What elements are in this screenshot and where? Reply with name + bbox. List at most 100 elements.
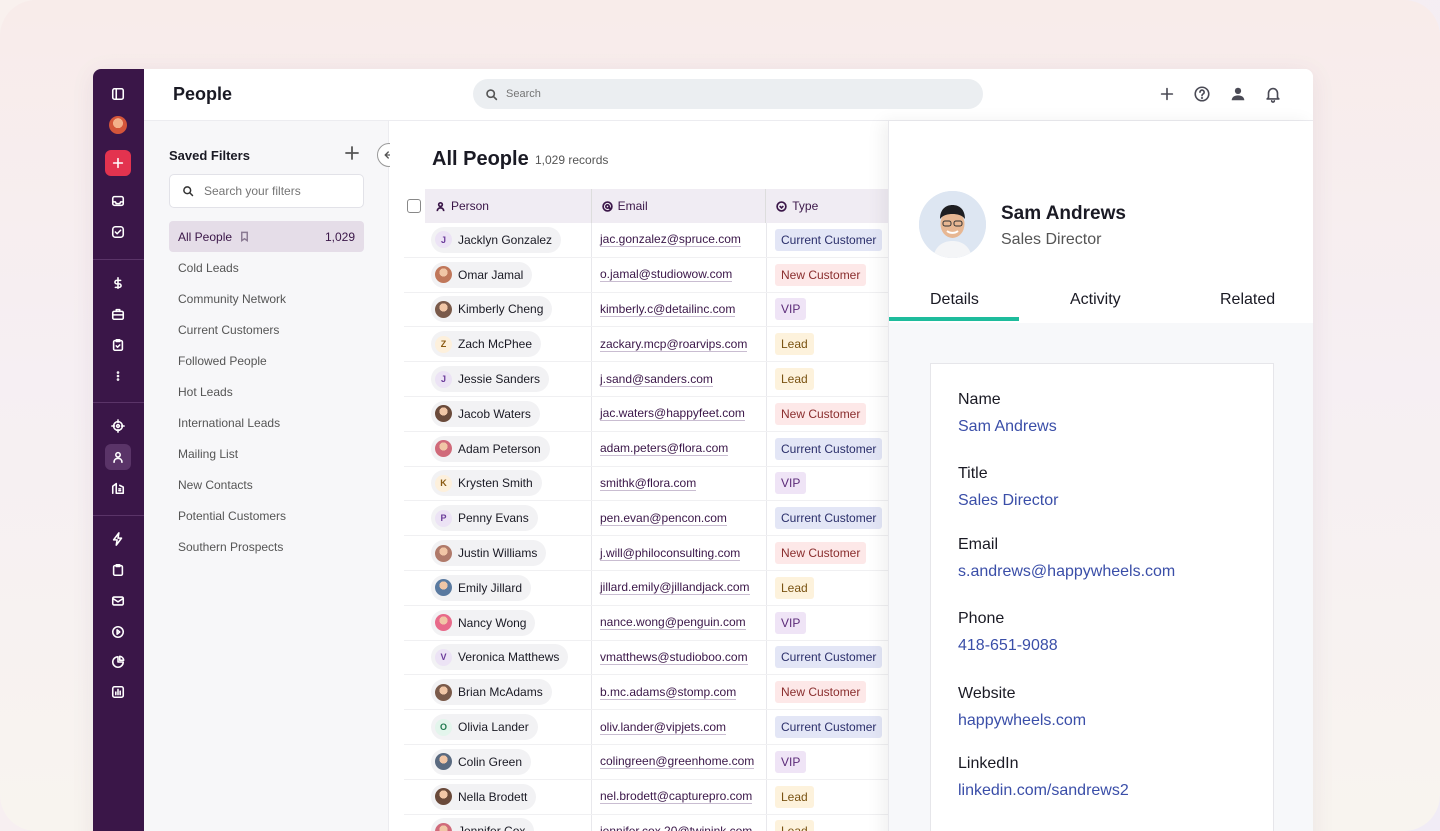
add-icon[interactable] — [1157, 84, 1177, 104]
filter-item[interactable]: Mailing List — [169, 438, 364, 469]
person-chip[interactable]: Brian McAdams — [431, 679, 552, 706]
table-row[interactable]: Emily Jillard jillard.emily@jillandjack.c… — [404, 570, 890, 606]
pie-chart-icon[interactable] — [105, 649, 131, 675]
person-chip[interactable]: Jacob Waters — [431, 400, 540, 427]
tab-related[interactable]: Related — [1220, 291, 1275, 309]
table-row[interactable]: Z Zach McPhee zackary.mcp@roarvips.com Lead — [404, 327, 890, 363]
email-link[interactable]: kimberly.c@detailinc.com — [600, 302, 736, 317]
person-chip[interactable]: J Jacklyn Gonzalez — [431, 226, 562, 253]
person-chip[interactable]: Emily Jillard — [431, 574, 532, 601]
email-link[interactable]: b.mc.adams@stomp.com — [600, 685, 737, 700]
filter-search[interactable] — [169, 174, 364, 208]
detail-field-value[interactable]: Sam Andrews — [958, 418, 1057, 436]
filter-item[interactable]: Community Network — [169, 283, 364, 314]
companies-icon[interactable] — [105, 475, 131, 501]
table-row[interactable]: J Jacklyn Gonzalez jac.gonzalez@spruce.com… — [404, 223, 890, 258]
person-chip[interactable]: K Krysten Smith — [431, 470, 542, 497]
filter-search-input[interactable] — [204, 184, 354, 198]
table-row[interactable]: K Krysten Smith smithk@flora.com VIP — [404, 466, 890, 502]
email-link[interactable]: oliv.lander@vipjets.com — [600, 720, 727, 735]
email-link[interactable]: j.will@philoconsulting.com — [600, 546, 741, 561]
search-input[interactable] — [506, 88, 906, 100]
email-link[interactable]: nel.brodett@capturepro.com — [600, 789, 753, 805]
person-chip[interactable]: O Olivia Lander — [431, 714, 538, 741]
person-chip[interactable]: V Veronica Matthews — [431, 644, 569, 671]
table-row[interactable]: Colin Green colingreen@greenhome.com VIP — [404, 744, 890, 780]
detail-field-value[interactable]: s.andrews@happywheels.com — [958, 563, 1175, 581]
filter-item[interactable]: New Contacts — [169, 469, 364, 500]
filter-item[interactable]: International Leads — [169, 407, 364, 438]
add-filter-icon[interactable] — [344, 145, 362, 163]
more-vertical-icon[interactable] — [105, 363, 131, 389]
person-chip[interactable]: Jennifer Cox — [431, 818, 535, 831]
detail-field-value[interactable]: Sales Director — [958, 492, 1058, 510]
email-link[interactable]: o.jamal@studiowow.com — [600, 267, 733, 283]
workspace-avatar[interactable] — [105, 112, 131, 138]
detail-field-value[interactable]: happywheels.com — [958, 712, 1086, 730]
table-row[interactable]: V Veronica Matthews vmatthews@studioboo.co… — [404, 640, 890, 676]
person-chip[interactable]: J Jessie Sanders — [431, 366, 550, 393]
table-row[interactable]: Nella Brodett nel.brodett@capturepro.com L… — [404, 779, 890, 815]
automation-bolt-icon[interactable] — [105, 526, 131, 552]
filter-item[interactable]: Potential Customers — [169, 500, 364, 531]
tab-activity[interactable]: Activity — [1070, 291, 1121, 309]
select-all-checkbox[interactable] — [407, 199, 422, 213]
email-link[interactable]: jac.waters@happyfeet.com — [600, 406, 745, 422]
detail-field-value[interactable]: linkedin.com/sandrews2 — [958, 782, 1129, 800]
person-chip[interactable]: Nancy Wong — [431, 609, 536, 636]
filter-item[interactable]: Followed People — [169, 345, 364, 376]
column-person[interactable]: Person — [424, 189, 592, 223]
filter-item[interactable]: Hot Leads — [169, 376, 364, 407]
filter-item[interactable]: All People 1,029 — [169, 221, 364, 252]
table-row[interactable]: Jacob Waters jac.waters@happyfeet.com New … — [404, 396, 890, 432]
target-icon[interactable] — [105, 413, 131, 439]
create-new-button[interactable] — [105, 150, 131, 176]
tasks-icon[interactable] — [105, 219, 131, 245]
table-row[interactable]: Omar Jamal o.jamal@studiowow.com New Custo… — [404, 257, 890, 293]
briefcase-icon[interactable] — [105, 301, 131, 327]
email-link[interactable]: colingreen@greenhome.com — [600, 754, 755, 770]
table-row[interactable]: P Penny Evans pen.evan@pencon.com Current C… — [404, 501, 890, 537]
filter-item[interactable]: Southern Prospects — [169, 531, 364, 562]
bookmark-icon[interactable] — [239, 231, 250, 242]
table-row[interactable]: Adam Peterson adam.peters@flora.com Curren… — [404, 431, 890, 467]
column-email[interactable]: Email — [591, 189, 767, 223]
inbox-icon[interactable] — [105, 188, 131, 214]
person-chip[interactable]: Omar Jamal — [431, 261, 533, 288]
person-chip[interactable]: Colin Green — [431, 748, 532, 775]
email-link[interactable]: smithk@flora.com — [600, 476, 697, 491]
deals-icon[interactable] — [105, 270, 131, 296]
notifications-bell-icon[interactable] — [1263, 84, 1283, 104]
table-row[interactable]: Brian McAdams b.mc.adams@stomp.com New Cus… — [404, 675, 890, 711]
table-row[interactable]: Kimberly Cheng kimberly.c@detailinc.com VI… — [404, 292, 890, 328]
email-link[interactable]: nance.wong@penguin.com — [600, 615, 746, 631]
user-profile-icon[interactable] — [1228, 84, 1248, 104]
tab-details[interactable]: Details — [930, 291, 979, 309]
email-link[interactable]: vmatthews@studioboo.com — [600, 650, 748, 665]
email-link[interactable]: j.sand@sanders.com — [600, 372, 713, 387]
person-chip[interactable]: Adam Peterson — [431, 435, 550, 462]
global-search[interactable] — [473, 79, 983, 109]
email-link[interactable]: jillard.emily@jillandjack.com — [600, 580, 750, 596]
help-icon[interactable] — [1192, 84, 1212, 104]
email-link[interactable]: adam.peters@flora.com — [600, 441, 729, 457]
bar-chart-icon[interactable] — [105, 679, 131, 705]
person-chip[interactable]: Kimberly Cheng — [431, 296, 553, 323]
email-link[interactable]: zackary.mcp@roarvips.com — [600, 337, 748, 352]
email-link[interactable]: jac.gonzalez@spruce.com — [600, 232, 741, 248]
table-row[interactable]: Jennifer Cox jennifer.cox.20@twinink.com L… — [404, 814, 890, 831]
person-chip[interactable]: P Penny Evans — [431, 505, 538, 532]
person-chip[interactable]: Justin Williams — [431, 540, 547, 567]
filter-item[interactable]: Current Customers — [169, 314, 364, 345]
clipboard-icon[interactable] — [105, 557, 131, 583]
mail-icon[interactable] — [105, 588, 131, 614]
clipboard-check-icon[interactable] — [105, 332, 131, 358]
table-row[interactable]: O Olivia Lander oliv.lander@vipjets.com Cur… — [404, 710, 890, 745]
email-link[interactable]: jennifer.cox.20@twinink.com — [600, 824, 752, 831]
play-circle-icon[interactable] — [105, 619, 131, 645]
sidebar-toggle-icon[interactable] — [105, 81, 131, 107]
table-row[interactable]: J Jessie Sanders j.sand@sanders.com Lead — [404, 362, 890, 397]
person-chip[interactable]: Nella Brodett — [431, 783, 537, 810]
filter-item[interactable]: Cold Leads — [169, 252, 364, 283]
column-type[interactable]: Type — [766, 189, 890, 223]
